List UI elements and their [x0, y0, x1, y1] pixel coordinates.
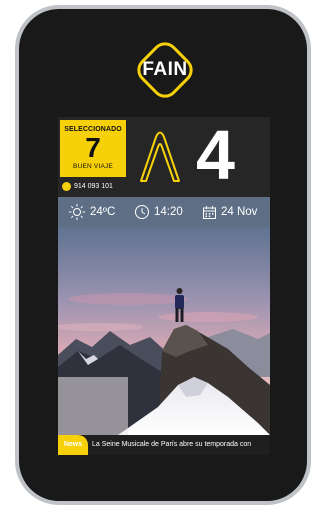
- calendar-icon: [203, 205, 216, 219]
- temperature-value: 24ºC: [90, 206, 116, 218]
- info-bar: 24ºC 14:20 24 Nov: [58, 197, 270, 227]
- logo-text: FAIN: [142, 59, 188, 80]
- date-value: 24 Nov: [221, 206, 258, 218]
- status-panel: SELECCIONADO 7 BUEN VIAJE 914 093 101 4: [58, 117, 270, 197]
- news-headline: La Seine Musicale de París abre su tempo…: [92, 441, 252, 448]
- selected-subtitle: BUEN VIAJE: [73, 163, 113, 170]
- news-ticker: News La Seine Musicale de París abre su …: [58, 435, 270, 455]
- selected-floor-number: 7: [85, 132, 101, 163]
- time-value: 14:20: [154, 206, 183, 218]
- selected-floor-box: SELECCIONADO 7 BUEN VIAJE: [60, 120, 126, 177]
- mountain-landscape-image: [58, 227, 270, 435]
- fain-logo: FAIN: [130, 35, 200, 105]
- phone-number: 914 093 101: [74, 182, 113, 190]
- phone-icon: [62, 181, 71, 191]
- current-floor-number: 4: [196, 117, 235, 194]
- display-screen: SELECCIONADO 7 BUEN VIAJE 914 093 101 4: [58, 117, 270, 455]
- date-item: 24 Nov: [202, 197, 257, 227]
- news-badge: News: [58, 435, 88, 455]
- time-item: 14:20: [134, 197, 183, 227]
- sun-icon: [69, 204, 85, 220]
- clock-icon: [135, 205, 149, 219]
- temperature-item: 24ºC: [68, 197, 115, 227]
- contact-phone: 914 093 101: [62, 180, 113, 192]
- up-arrow-icon: [140, 131, 180, 182]
